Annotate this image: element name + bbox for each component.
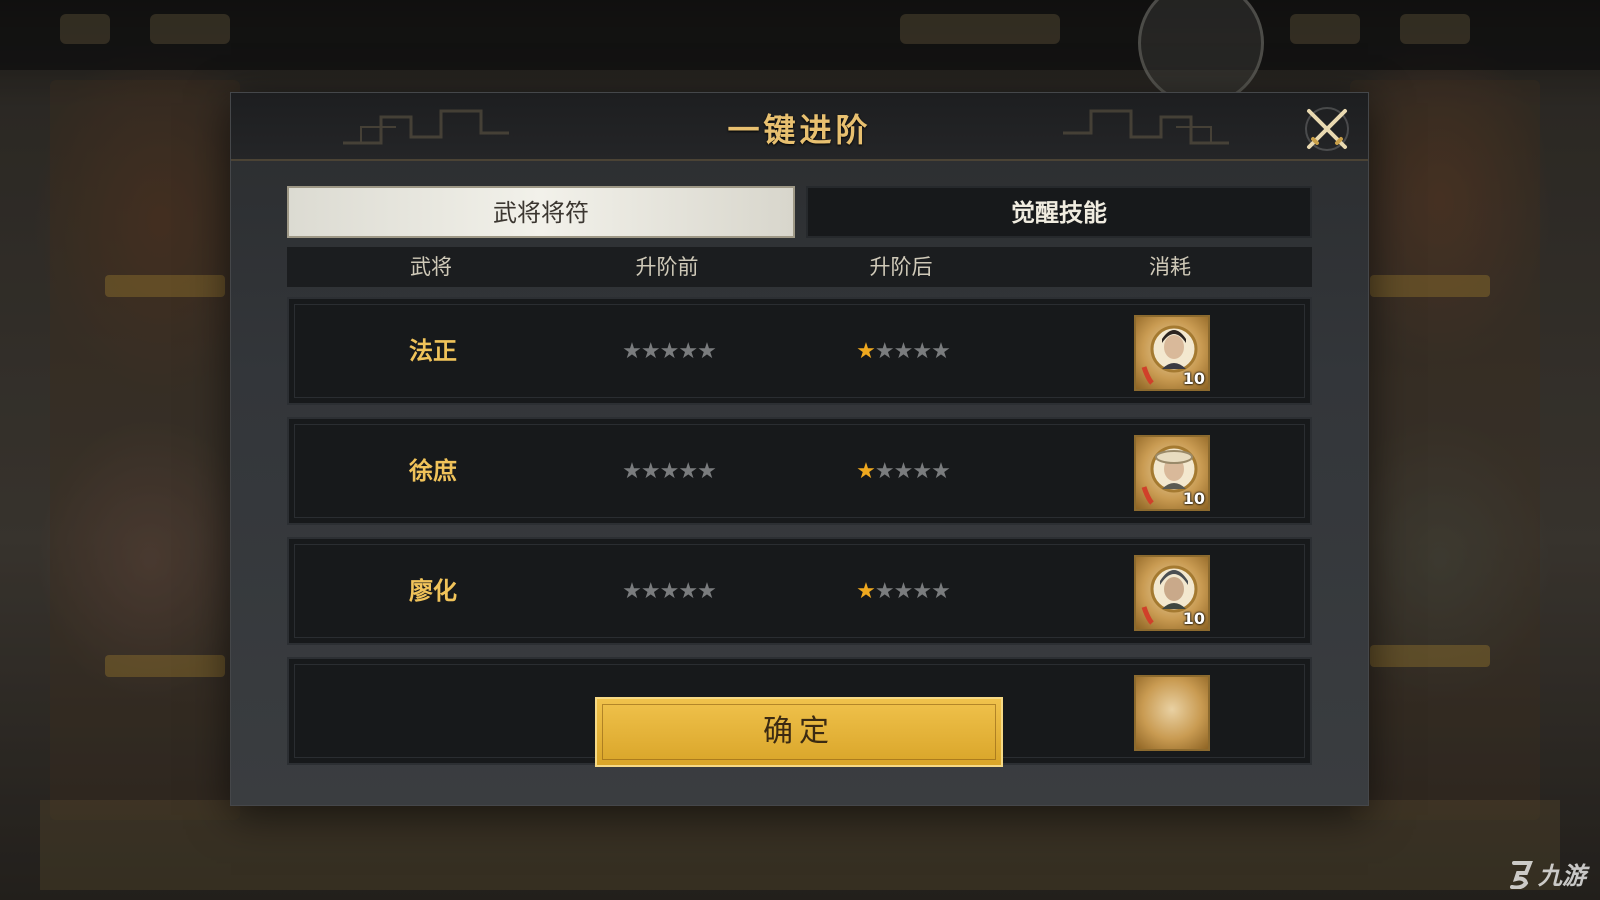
tab-general-token[interactable]: 武将将符 — [287, 186, 795, 238]
star-empty-icon: ★ — [640, 339, 661, 364]
star-empty-icon: ★ — [678, 459, 698, 484]
star-empty-icon: ★ — [640, 579, 661, 604]
star-empty-icon: ★ — [640, 459, 661, 484]
star-empty-icon: ★ — [912, 579, 932, 604]
stars-before: ★★★★★ — [569, 339, 769, 364]
star-empty-icon: ★ — [912, 459, 932, 484]
cost-count: 10 — [1182, 609, 1205, 628]
dialog-header: 一键进阶 — [231, 93, 1368, 161]
star-empty-icon: ★ — [678, 339, 698, 364]
column-header-general: 武将 — [410, 255, 452, 279]
watermark-logo-icon — [1510, 860, 1533, 889]
stars-after: ★★★★★ — [803, 339, 1003, 364]
crossed-swords-close-icon[interactable] — [1303, 105, 1351, 153]
star-filled-icon: ★ — [856, 459, 876, 484]
star-empty-icon: ★ — [893, 339, 914, 364]
star-empty-icon: ★ — [912, 339, 932, 364]
one-click-advance-dialog: 一键进阶 武将将符 觉醒技能 武将 升阶前 升阶后 消耗 法正 ★★★★★ ★★… — [231, 93, 1368, 805]
cost-count: 10 — [1182, 489, 1205, 508]
dialog-title: 一键进阶 — [727, 111, 872, 149]
star-empty-icon: ★ — [659, 579, 680, 604]
liaohua-token-icon[interactable]: 10 — [1134, 555, 1210, 631]
star-empty-icon: ★ — [874, 339, 895, 364]
general-name: 徐庶 — [409, 457, 457, 485]
fazheng-token-icon[interactable]: 10 — [1134, 315, 1210, 391]
table-header: 武将 升阶前 升阶后 消耗 — [287, 247, 1312, 287]
star-empty-icon: ★ — [893, 459, 914, 484]
stars-after: ★★★★★ — [803, 579, 1003, 604]
star-empty-icon: ★ — [697, 579, 717, 604]
cost-count: 10 — [1182, 369, 1205, 388]
star-empty-icon: ★ — [931, 579, 951, 604]
star-empty-icon: ★ — [874, 579, 895, 604]
star-empty-icon: ★ — [931, 459, 951, 484]
column-header-after: 升阶后 — [869, 255, 933, 279]
watermark: 九游 — [1508, 856, 1586, 891]
star-filled-icon: ★ — [856, 579, 876, 604]
general-name: 法正 — [409, 337, 457, 365]
xushu-token-icon[interactable]: 10 — [1134, 435, 1210, 511]
star-empty-icon: ★ — [931, 339, 951, 364]
stars-after: ★★★★★ — [803, 459, 1003, 484]
column-header-before: 升阶前 — [635, 255, 699, 279]
star-empty-icon: ★ — [678, 579, 698, 604]
watermark-text: 九游 — [1538, 862, 1586, 890]
star-empty-icon: ★ — [622, 459, 642, 484]
star-empty-icon: ★ — [622, 339, 642, 364]
star-empty-icon: ★ — [697, 459, 717, 484]
star-empty-icon: ★ — [893, 579, 914, 604]
star-filled-icon: ★ — [856, 339, 876, 364]
confirm-button[interactable]: 确定 — [595, 697, 1003, 767]
column-header-cost: 消耗 — [1149, 255, 1191, 279]
stars-before: ★★★★★ — [569, 579, 769, 604]
star-empty-icon: ★ — [874, 459, 895, 484]
star-empty-icon: ★ — [697, 339, 717, 364]
stars-before: ★★★★★ — [569, 459, 769, 484]
token-icon[interactable] — [1134, 675, 1210, 751]
star-empty-icon: ★ — [622, 579, 642, 604]
general-name: 廖化 — [409, 577, 457, 605]
table-row: 法正 ★★★★★ ★★★★★ 10 — [287, 297, 1312, 405]
star-empty-icon: ★ — [659, 339, 680, 364]
table-row: 廖化 ★★★★★ ★★★★★ 10 — [287, 537, 1312, 645]
star-empty-icon: ★ — [659, 459, 680, 484]
tab-awakening-skill[interactable]: 觉醒技能 — [806, 186, 1312, 238]
table-row: 徐庶 ★★★★★ ★★★★★ 10 — [287, 417, 1312, 525]
